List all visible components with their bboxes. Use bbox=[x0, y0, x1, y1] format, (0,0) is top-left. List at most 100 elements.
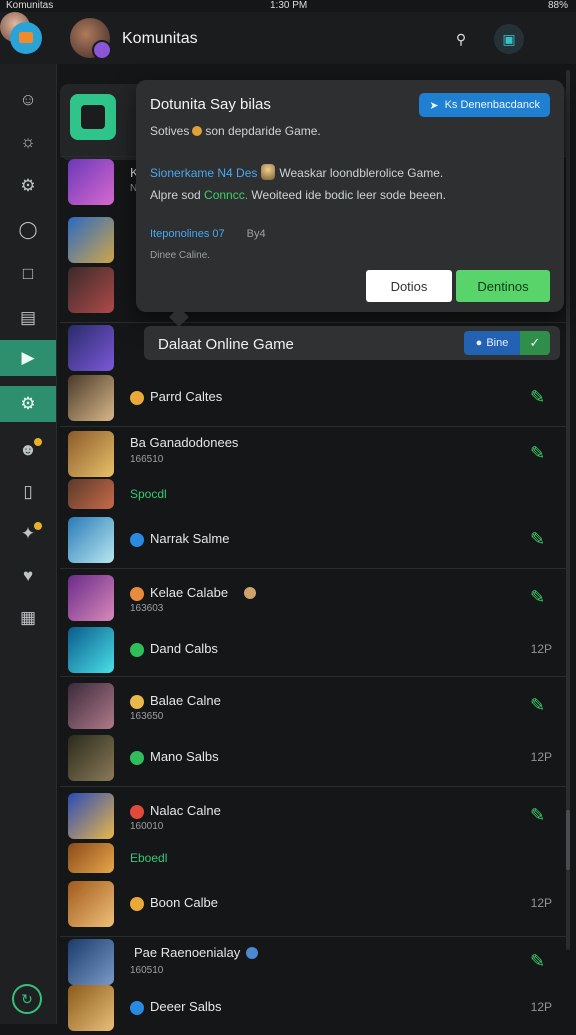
list-item[interactable]: Parrd Caltes ✎ bbox=[60, 373, 566, 425]
game-title: Balae Calne bbox=[150, 693, 221, 708]
settings-icon[interactable]: ⚙ bbox=[0, 168, 56, 204]
tag-icon[interactable]: ✦ bbox=[0, 516, 56, 552]
community-avatar[interactable] bbox=[70, 18, 112, 60]
app-icon bbox=[70, 94, 116, 140]
game-title: Boon Calbe bbox=[150, 895, 218, 910]
game-thumbnail bbox=[68, 575, 114, 621]
globe-icon bbox=[130, 1001, 144, 1015]
chat-icon: ● bbox=[475, 337, 483, 349]
list-item[interactable]: Boon Calbe 12P bbox=[60, 879, 566, 931]
list-item[interactable]: Nalac Calne 160010 ✎ bbox=[60, 791, 566, 843]
game-thumbnail bbox=[68, 843, 114, 873]
game-icon[interactable]: ▶ bbox=[0, 340, 56, 376]
game-title: Narrak Salme bbox=[150, 531, 230, 546]
edit-icon[interactable]: ✎ bbox=[530, 529, 552, 551]
list-item[interactable]: Dand Calbs 12P bbox=[60, 625, 566, 677]
game-id: 166510 bbox=[130, 454, 164, 465]
popup-line-4: Dinee Caline. bbox=[150, 250, 211, 261]
confirm-button[interactable]: Dentinos bbox=[456, 270, 550, 302]
player-count: 12P bbox=[530, 896, 552, 910]
game-thumbnail bbox=[68, 627, 114, 673]
game-title: Dand Calbs bbox=[150, 641, 218, 656]
banner-title: Dalaat Online Game bbox=[158, 336, 294, 353]
game-id: 163603 bbox=[130, 603, 164, 614]
game-group: Balae Calne 163650 ✎ Mano Salbs 12P bbox=[60, 676, 566, 787]
compass-icon[interactable]: ☼ bbox=[0, 124, 56, 160]
edit-icon[interactable]: ✎ bbox=[530, 443, 552, 465]
subtitle-b: son depdaride Game. bbox=[205, 124, 321, 138]
list-item[interactable]: Spocdl bbox=[60, 477, 566, 513]
game-title: Ba Ganadodonees bbox=[130, 435, 239, 450]
refresh-icon[interactable]: ↻ bbox=[12, 984, 42, 1014]
gear-icon[interactable]: ⚙ bbox=[0, 386, 56, 422]
check-icon[interactable]: ✓ bbox=[520, 331, 550, 355]
game-title: Pae Raenoenialay bbox=[134, 945, 241, 960]
list-item[interactable]: Kelae Calabe 163603 ✎ bbox=[60, 573, 566, 625]
status-battery: 88% bbox=[547, 0, 568, 11]
game-thumbnail bbox=[68, 479, 114, 509]
game-thumbnail bbox=[68, 375, 114, 421]
list-item[interactable]: Narrak Salme ✎ bbox=[60, 515, 566, 567]
popup-subtitle: Sotives son depdaride Game. bbox=[150, 124, 321, 138]
scrollbar-thumb[interactable] bbox=[566, 810, 570, 870]
popup-line-1: Sionerkame N4 Des Weaskar loondblerolice … bbox=[150, 164, 443, 180]
notification-dot bbox=[34, 522, 42, 530]
coin-icon bbox=[192, 126, 203, 136]
game-id: 163650 bbox=[130, 711, 164, 722]
list-item[interactable]: Ba Ganadodonees 166510 ✎ bbox=[60, 429, 566, 481]
status-icon bbox=[130, 643, 144, 657]
profile-icon[interactable]: ☺ bbox=[0, 82, 56, 118]
banner-pill[interactable]: ● Bine bbox=[464, 331, 520, 355]
list-item[interactable]: Balae Calne 163650 ✎ bbox=[60, 681, 566, 733]
list-item[interactable]: Mano Salbs 12P bbox=[60, 733, 566, 785]
app-logo-icon[interactable] bbox=[10, 22, 42, 54]
line1-link[interactable]: Sionerkame N4 Des bbox=[150, 166, 257, 180]
page-title: Komunitas bbox=[122, 30, 198, 47]
game-thumbnail bbox=[68, 683, 114, 729]
app-header: Komunitas ⚲ ▣ bbox=[0, 12, 576, 64]
edit-icon[interactable]: ✎ bbox=[530, 695, 552, 717]
line1-rest: Weaskar loondblerolice Game. bbox=[279, 166, 444, 180]
popup-title: Dotunita Say bilas bbox=[150, 96, 271, 113]
edit-icon[interactable]: ✎ bbox=[530, 587, 552, 609]
group-icon[interactable]: ☻ bbox=[0, 432, 56, 468]
sidebar: ☺ ☼ ⚙ ◯ □ ▤ ▶ ⚙ ☻ ▯ ✦ ♥ ▦ ↻ bbox=[0, 64, 57, 1024]
emoji-icon bbox=[244, 587, 256, 599]
cancel-button[interactable]: Dotios bbox=[366, 270, 452, 302]
list-item[interactable]: Eboedl bbox=[60, 841, 566, 877]
search-icon[interactable]: ⚲ bbox=[446, 24, 476, 54]
scan-icon[interactable]: ▣ bbox=[494, 24, 524, 54]
image-icon[interactable]: ▦ bbox=[0, 600, 56, 636]
list-item[interactable]: Pae Raenoenialay 160510 ✎ bbox=[60, 937, 566, 989]
line2-green: Conncc. bbox=[204, 188, 249, 202]
popup-action-pill[interactable]: ➤ Ks Denenbacdanck bbox=[419, 93, 550, 117]
popup-line-2: Alpre sod Conncc. Weoiteed ide bodic lee… bbox=[150, 188, 446, 202]
line3-link[interactable]: Iteponolines 07 bbox=[150, 228, 225, 240]
shield-icon[interactable]: ◯ bbox=[0, 212, 56, 248]
game-thumbnail bbox=[68, 793, 114, 839]
line3-by: By4 bbox=[246, 228, 266, 240]
game-title: Nalac Calne bbox=[150, 803, 221, 818]
player-count: 12P bbox=[530, 642, 552, 656]
popup-line-3: Iteponolines 07 By4 bbox=[150, 228, 266, 240]
line2-a: Alpre sod bbox=[150, 188, 201, 202]
banner-pill-label: Bine bbox=[486, 337, 509, 349]
heart-icon[interactable]: ♥ bbox=[0, 558, 56, 594]
message-icon[interactable]: ▯ bbox=[0, 474, 56, 510]
edit-icon[interactable]: ✎ bbox=[530, 387, 552, 409]
scrollbar[interactable] bbox=[566, 70, 570, 950]
game-id: 160010 bbox=[130, 821, 164, 832]
edit-icon[interactable]: ✎ bbox=[530, 805, 552, 827]
list-item[interactable]: Deeer Salbs 12P bbox=[60, 983, 566, 1035]
status-label: Eboedl bbox=[130, 851, 168, 865]
community-popup: Dotunita Say bilas ➤ Ks Denenbacdanck Sot… bbox=[136, 80, 564, 312]
game-title: Parrd Caltes bbox=[150, 389, 223, 404]
pill-label: Ks Denenbacdanck bbox=[444, 99, 540, 111]
edit-icon[interactable]: ✎ bbox=[530, 951, 552, 973]
chart-icon[interactable]: □ bbox=[0, 256, 56, 292]
game-thumbnail bbox=[68, 159, 114, 205]
game-thumbnail bbox=[68, 881, 114, 927]
game-thumbnail bbox=[68, 985, 114, 1031]
list-icon[interactable]: ▤ bbox=[0, 300, 56, 336]
game-thumbnail bbox=[68, 267, 114, 313]
